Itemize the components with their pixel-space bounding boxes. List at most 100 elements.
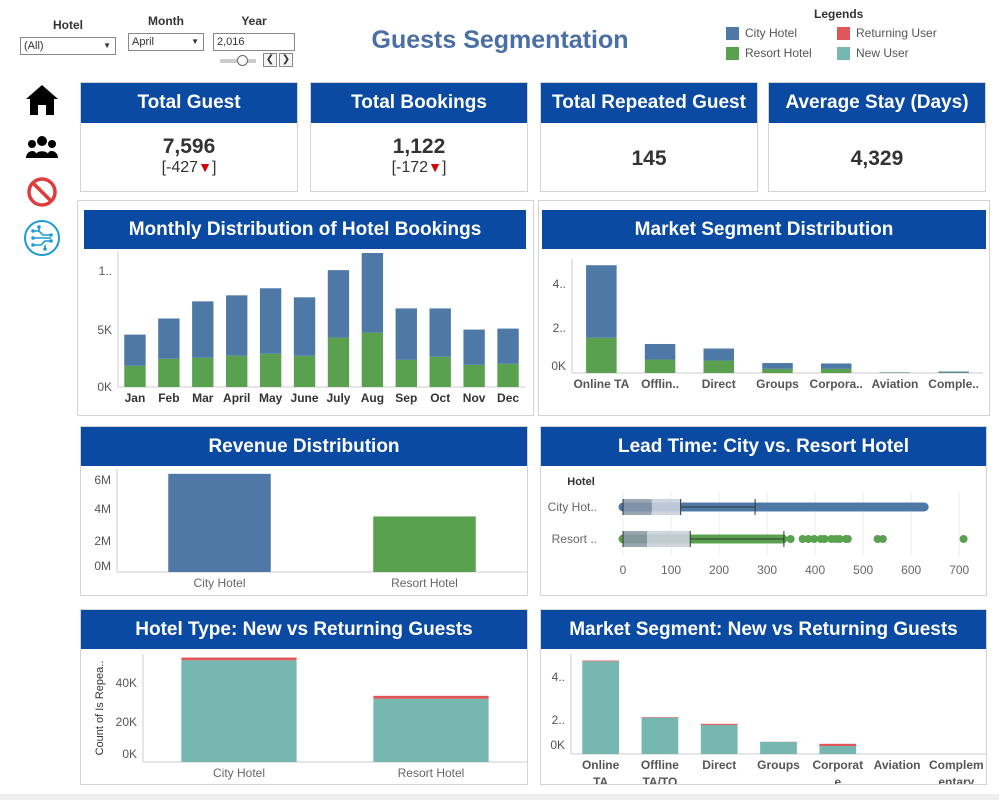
bar [820, 363, 852, 369]
x-tick-label: 500 [853, 563, 873, 577]
kpi-total-repeated-guest: Total Repeated Guest 145 [540, 82, 758, 192]
bar [644, 359, 676, 373]
bar [181, 657, 297, 661]
bar [582, 661, 620, 754]
bar [582, 660, 620, 662]
x-tick-label: Mar [192, 391, 214, 405]
x-tick-label: City Hotel [213, 766, 265, 780]
bar [158, 318, 180, 359]
year-filter-label: Year [241, 14, 267, 28]
bar [586, 337, 617, 373]
y-tick-label: 0M [94, 559, 111, 573]
bar [820, 368, 852, 373]
x-tick-label: entary [938, 775, 974, 784]
kpi-title: Total Bookings [311, 83, 527, 123]
x-tick-label: Online [582, 758, 620, 772]
y-tick-label: 4.. [553, 277, 566, 291]
bar [327, 337, 350, 387]
bar [158, 358, 180, 387]
x-tick-label: Direct [702, 758, 736, 772]
kpi-total-bookings: Total Bookings 1,122 [-172▼] [310, 82, 528, 192]
bar [644, 343, 676, 360]
x-tick-label: Offlin.. [641, 377, 679, 391]
users-icon[interactable] [22, 127, 62, 167]
year-prev-button[interactable]: ❮ [263, 53, 277, 67]
kpi-value: 7,596 [162, 135, 216, 158]
bar [124, 365, 146, 387]
x-tick-label: City Hotel [193, 576, 245, 590]
legend-label: City Hotel [745, 26, 798, 40]
legend-label: Returning User [856, 26, 937, 40]
y-axis-title: Hotel [567, 476, 595, 488]
legend-swatch [726, 26, 739, 40]
legend-item-city-hotel: City Hotel [726, 26, 797, 40]
x-tick-label: 400 [805, 563, 825, 577]
bar [373, 695, 489, 699]
x-tick-label: Groups [757, 758, 800, 772]
footer-strip [0, 794, 999, 800]
kpi-average-stay: Average Stay (Days) 4,329 [768, 82, 986, 192]
x-tick-label: Aug [361, 391, 384, 405]
chart-card-hotel-type: Hotel Type: New vs Returning Guests 0K 20… [80, 609, 528, 785]
home-icon[interactable] [22, 80, 62, 120]
x-tick-label: Resort Hotel [398, 766, 465, 780]
y-tick-label: 0K [551, 359, 566, 373]
x-tick-label: TA/TO [642, 775, 677, 784]
chart-title: Market Segment: New vs Returning Guests [541, 610, 986, 649]
circuit-icon[interactable] [22, 218, 62, 258]
bar [361, 332, 384, 387]
x-tick-label: Nov [463, 391, 486, 405]
kpi-delta-value: [-172 [391, 159, 429, 176]
bar [226, 295, 248, 356]
x-tick-label: April [223, 391, 250, 405]
ban-icon[interactable] [22, 172, 62, 212]
year-next-button[interactable]: ❯ [279, 53, 293, 67]
bar [819, 743, 857, 746]
x-tick-label: Aviation [874, 758, 921, 772]
kpi-value: 4,329 [850, 147, 904, 170]
bar [293, 297, 316, 356]
y-tick-label: 40K [116, 676, 137, 690]
bar [192, 301, 214, 358]
year-filter-value: 2,016 [217, 36, 245, 48]
hotel-filter-label: Hotel [53, 18, 83, 32]
kpi-value: 145 [631, 147, 667, 170]
kpi-delta: [-427▼] [81, 159, 297, 177]
bar [181, 660, 297, 762]
y-tick-label: Resort .. [552, 532, 597, 546]
x-tick-label: Aviation [871, 377, 918, 391]
x-tick-label: Feb [158, 391, 179, 405]
hotel-filter-select[interactable]: (All) ▼ [20, 37, 116, 55]
chevron-down-icon: ▼ [103, 41, 111, 50]
kpi-delta: [-172▼] [311, 159, 527, 177]
y-tick-label: 20K [116, 715, 137, 729]
chart-card-lead-time: Lead Time: City vs. Resort Hotel Hotel 0 1… [540, 426, 987, 596]
legend-title: Legends [814, 7, 864, 21]
bar [762, 363, 793, 369]
month-filter-select[interactable]: April ▼ [128, 33, 204, 51]
y-tick-label: City Hot.. [548, 500, 597, 514]
bar [760, 742, 797, 754]
y-tick-label: 0K [122, 747, 137, 761]
segment-guests-chart: 0K 2.. 4.. Online TA Offline TA/TO Direct Groups… [550, 654, 986, 784]
y-axis-title: Count of Is Repea.. [94, 661, 106, 756]
kpi-total-guest: Total Guest 7,596 [-427▼] [80, 82, 298, 192]
bar [463, 364, 485, 387]
outlier-point [843, 535, 852, 543]
box-upper [651, 499, 681, 515]
x-tick-label: 200 [709, 563, 729, 577]
chart-title: Revenue Distribution [81, 427, 527, 466]
year-filter-input[interactable]: 2,016 [213, 33, 295, 51]
chart-card-monthly: Monthly Distribution of Hotel Bookings 0… [77, 200, 534, 416]
year-slider-handle[interactable] [237, 55, 248, 66]
x-tick-label: Oct [430, 391, 450, 405]
chart-card-segment-guests: Market Segment: New vs Returning Guests … [540, 609, 987, 785]
chart-card-revenue: Revenue Distribution 0M 2M 4M 6M City Hotel R… [80, 426, 528, 596]
x-tick-label: 100 [661, 563, 681, 577]
bar [259, 353, 282, 387]
page-title: Guests Segmentation [371, 26, 629, 54]
x-tick-label: Offline [641, 758, 679, 772]
legend-swatch [837, 26, 850, 40]
bar [395, 308, 417, 360]
chevron-down-icon: ▼ [191, 37, 199, 46]
